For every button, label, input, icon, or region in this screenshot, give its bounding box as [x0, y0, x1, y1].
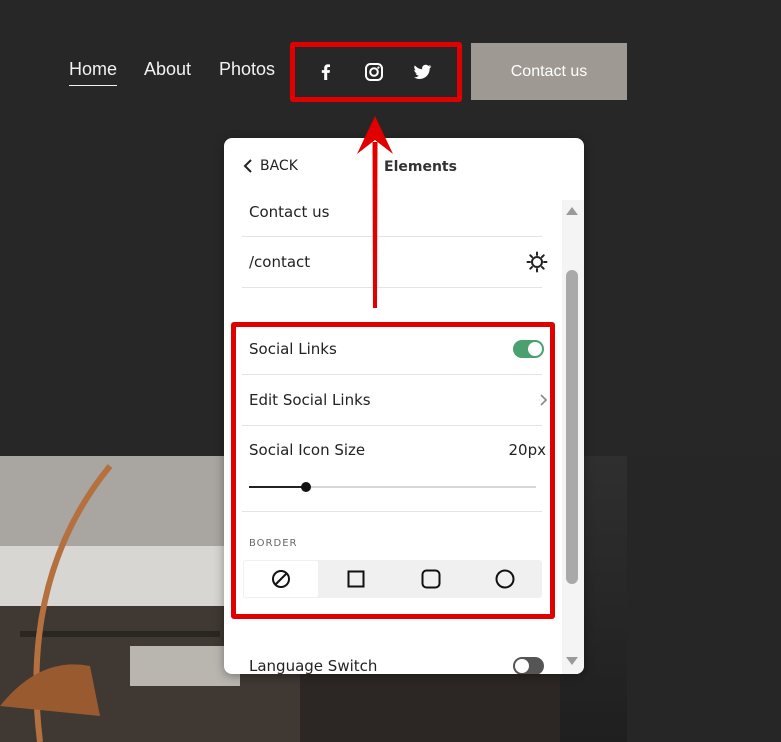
divider: [242, 236, 542, 237]
square-icon: [347, 570, 365, 588]
border-square-option[interactable]: [319, 560, 393, 598]
button-link-value: /contact: [249, 253, 311, 271]
border-section-label: BORDER: [249, 538, 298, 549]
toggle-knob: [515, 659, 529, 673]
nav-about-link[interactable]: About: [144, 59, 191, 80]
social-links-row[interactable]: Social Links: [249, 338, 544, 360]
button-link-row[interactable]: /contact: [249, 251, 548, 273]
rounded-square-icon: [421, 569, 441, 589]
social-icon-size-label: Social Icon Size: [249, 441, 366, 459]
facebook-icon[interactable]: [315, 61, 337, 83]
scroll-up-icon[interactable]: [565, 206, 579, 216]
icon-size-slider-thumb[interactable]: [301, 482, 312, 492]
instagram-icon[interactable]: [363, 61, 385, 83]
contact-us-button[interactable]: Contact us: [471, 43, 627, 100]
scrollbar-thumb[interactable]: [566, 270, 578, 584]
back-button[interactable]: BACK: [242, 158, 298, 174]
twitter-icon[interactable]: [411, 61, 433, 83]
gear-icon[interactable]: [526, 251, 548, 273]
button-text-row[interactable]: Contact us: [249, 202, 542, 222]
nav-home-link[interactable]: Home: [69, 59, 118, 86]
button-text-value: Contact us: [249, 203, 330, 221]
border-rounded-option[interactable]: [394, 560, 468, 598]
divider: [242, 425, 542, 426]
border-style-selector: [243, 560, 542, 598]
divider: [242, 287, 542, 288]
toggle-knob: [528, 342, 542, 356]
nav-photos-link[interactable]: Photos: [219, 59, 275, 80]
panel-title: Elements: [384, 159, 457, 175]
social-links-label: Social Links: [249, 340, 337, 358]
icon-size-slider-fill: [249, 486, 307, 488]
elements-panel: BACK Elements Contact us /contact Social…: [224, 138, 584, 674]
no-border-icon: [272, 570, 291, 588]
edit-social-links-row[interactable]: Edit Social Links: [249, 389, 548, 411]
edit-social-links-label: Edit Social Links: [249, 391, 371, 409]
social-icon-size-row: Social Icon Size 20px: [249, 439, 546, 461]
chevron-right-icon: [540, 394, 548, 406]
border-none-option[interactable]: [243, 560, 320, 598]
border-circle-option[interactable]: [468, 560, 542, 598]
circle-icon: [495, 569, 515, 589]
social-icon-size-value: 20px: [508, 441, 547, 459]
language-switch-label: Language Switch: [249, 657, 378, 674]
scroll-down-icon[interactable]: [565, 656, 579, 666]
divider: [242, 511, 542, 512]
back-label: BACK: [260, 158, 298, 174]
social-links-toggle[interactable]: [513, 340, 544, 358]
chevron-left-icon: [243, 159, 252, 173]
language-switch-toggle[interactable]: [513, 657, 544, 674]
divider: [242, 374, 542, 375]
language-switch-row[interactable]: Language Switch: [249, 655, 544, 674]
